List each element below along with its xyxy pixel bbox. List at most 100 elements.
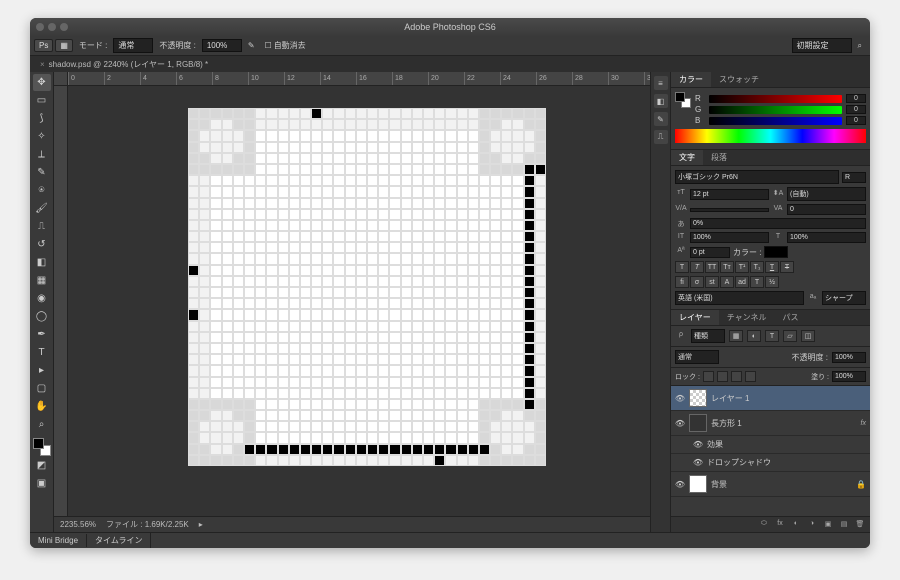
layer-kind-select[interactable]: 種類 [691,329,725,343]
dodge-tool[interactable]: ◯ [33,308,51,325]
tab-minibridge[interactable]: Mini Bridge [30,534,87,547]
tablet-pressure-icon[interactable]: ✎ [244,39,259,52]
lock-position-icon[interactable] [731,371,742,382]
filter-smart-icon[interactable]: ◫ [801,330,815,342]
tab-color[interactable]: カラー [671,72,711,87]
fill-field[interactable]: 100% [832,371,866,382]
status-chevron-icon[interactable]: ▸ [199,520,203,529]
r-value[interactable]: 0 [846,94,866,103]
ruler-origin[interactable] [54,72,68,86]
tab-timeline[interactable]: タイムライン [87,533,151,548]
tab-paragraph[interactable]: 段落 [703,150,735,165]
gradient-tool[interactable]: ▦ [33,272,51,289]
tracking-field[interactable]: 0 [787,204,866,215]
screen-mode-icon[interactable]: ▣ [33,475,51,492]
close-tab-icon[interactable]: × [40,60,45,69]
language-select[interactable]: 英語 (米国) [675,291,804,305]
visibility-toggle[interactable]: 👁 [693,440,703,450]
filter-pixel-icon[interactable]: ▦ [729,330,743,342]
strikethrough-button[interactable]: T [780,261,794,273]
fractions-button[interactable]: ½ [765,276,779,288]
subscript-button[interactable]: T₁ [750,261,764,273]
antialias-select[interactable]: シャープ [822,291,866,305]
type-tool[interactable]: T [33,344,51,361]
tab-channels[interactable]: チャンネル [719,310,775,325]
zoom-window-icon[interactable] [60,23,68,31]
b-value[interactable]: 0 [846,116,866,125]
pen-tool[interactable]: ✒ [33,326,51,343]
visibility-toggle[interactable]: 👁 [675,393,685,403]
marquee-tool[interactable]: ▭ [33,92,51,109]
opacity-field[interactable]: 100% [202,39,242,52]
close-window-icon[interactable] [36,23,44,31]
ligatures-button[interactable]: fi [675,276,689,288]
rectangle-tool[interactable]: ▢ [33,380,51,397]
color-swatches[interactable] [33,438,51,456]
vscale-field[interactable]: 100% [690,232,769,243]
g-value[interactable]: 0 [846,105,866,114]
kerning-field[interactable] [690,208,769,212]
lock-pixels-icon[interactable] [717,371,728,382]
blend-mode-select[interactable]: 通常 [113,38,153,53]
filter-type-icon[interactable]: T [765,330,779,342]
layer-thumbnail[interactable] [689,475,707,493]
hscale-field[interactable]: 100% [787,232,866,243]
path-select-tool[interactable]: ▸ [33,362,51,379]
layer-name[interactable]: レイヤー 1 [711,393,866,404]
foreground-color-swatch[interactable] [33,438,44,449]
g-slider[interactable] [709,106,842,114]
clone-panel-icon[interactable]: ⎍ [654,130,668,144]
b-slider[interactable] [709,117,842,125]
magic-wand-tool[interactable]: ✧ [33,128,51,145]
properties-panel-icon[interactable]: ◧ [654,94,668,108]
titling-button[interactable]: T [750,276,764,288]
layer-name[interactable]: 背景 [711,479,852,490]
crop-tool[interactable]: ⟂ [33,146,51,163]
font-style-select[interactable]: R [842,172,866,183]
smallcaps-button[interactable]: Tᴛ [720,261,734,273]
stylistic-button[interactable]: A [720,276,734,288]
swash-button[interactable]: st [705,276,719,288]
tab-character[interactable]: 文字 [671,150,703,165]
zoom-level[interactable]: 2235.56% [60,520,96,529]
r-slider[interactable] [709,95,842,103]
contextual-button[interactable]: σ [690,276,704,288]
trash-icon[interactable]: 🗑 [854,520,866,530]
color-spectrum[interactable] [675,129,866,143]
tool-preset-menu[interactable]: ▦ [55,39,73,52]
vertical-ruler[interactable] [54,86,68,532]
autoerase-checkbox[interactable]: ☐ 自動消去 [261,38,310,53]
tsume-field[interactable]: 0% [690,218,866,229]
new-layer-icon[interactable]: ▤ [838,520,850,530]
tab-layers[interactable]: レイヤー [671,310,719,325]
allcaps-button[interactable]: TT [705,261,719,273]
layer-thumbnail[interactable] [689,414,707,432]
filter-adjust-icon[interactable]: ◐ [747,330,761,342]
tab-paths[interactable]: パス [775,310,807,325]
move-tool[interactable]: ✥ [33,74,51,91]
eyedropper-tool[interactable]: ✎ [33,164,51,181]
underline-button[interactable]: T [765,261,779,273]
layer-row[interactable]: 👁 レイヤー 1 [671,386,870,411]
hand-tool[interactable]: ✋ [33,398,51,415]
bold-button[interactable]: T [675,261,689,273]
layer-fx-icon[interactable]: fx [774,520,786,530]
layer-mask-icon[interactable]: ◐ [790,520,802,530]
layer-row[interactable]: 👁ドロップシャドウ [671,454,870,472]
search-icon[interactable]: ⌕ [854,39,866,53]
lasso-tool[interactable]: ⟆ [33,110,51,127]
font-family-select[interactable]: 小塚ゴシック Pr6N [675,170,839,184]
history-panel-icon[interactable]: ≡ [654,76,668,90]
tab-swatches[interactable]: スウォッチ [711,72,767,87]
visibility-toggle[interactable]: 👁 [675,479,685,489]
brush-panel-icon[interactable]: ✎ [654,112,668,126]
layer-name[interactable]: ドロップシャドウ [707,457,866,468]
lock-all-icon[interactable] [745,371,756,382]
adjustment-layer-icon[interactable]: ◑ [806,520,818,530]
layer-row[interactable]: 👁長方形 1fx [671,411,870,436]
layer-row[interactable]: 👁効果 [671,436,870,454]
superscript-button[interactable]: T¹ [735,261,749,273]
minimize-window-icon[interactable] [48,23,56,31]
document-tab[interactable]: × shadow.psd @ 2240% (レイヤー 1, RGB/8) * [34,57,214,72]
layer-row[interactable]: 👁背景🔒 [671,472,870,497]
